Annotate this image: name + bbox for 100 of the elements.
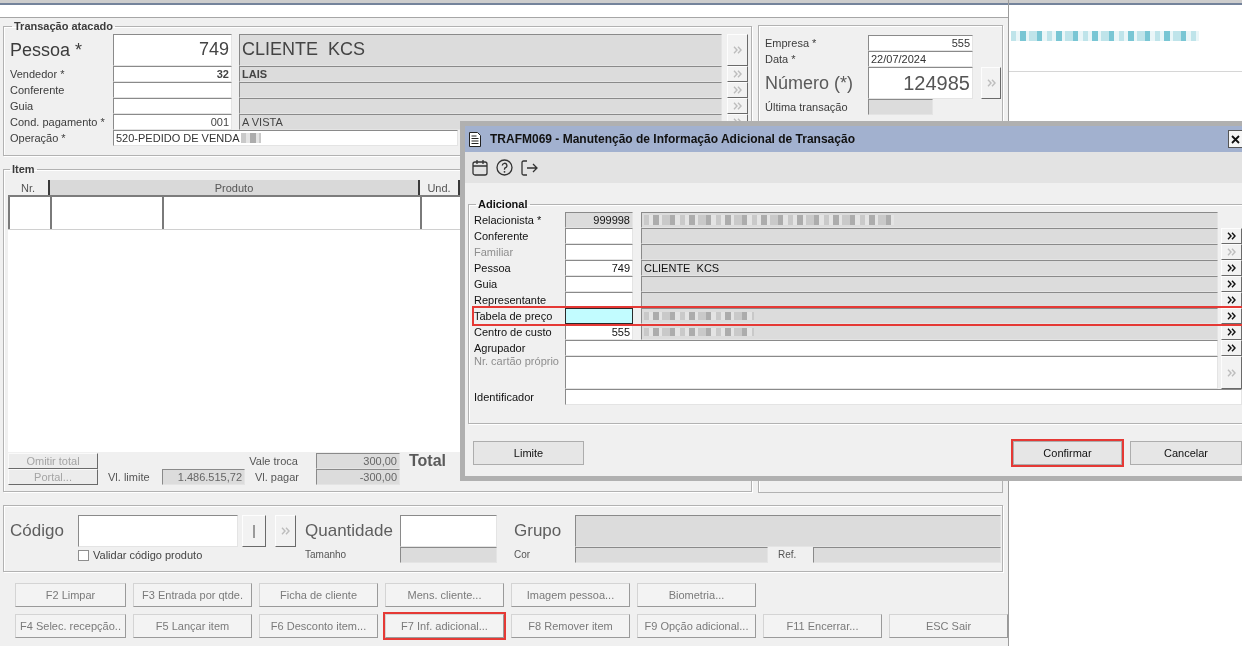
double-chevron-icon xyxy=(986,79,996,87)
field-label: Cond. pagamento * xyxy=(10,115,105,129)
field-label: Tabela de preço xyxy=(474,310,553,322)
field-label: Relacionista * xyxy=(474,214,542,226)
checkbox[interactable] xyxy=(78,549,89,561)
checkbox-label[interactable]: Validar código produto xyxy=(93,548,203,562)
double-chevron-icon xyxy=(1227,296,1236,304)
field-label: Centro de custo xyxy=(474,326,552,338)
input-field[interactable]: 001 xyxy=(113,114,232,130)
function-button[interactable]: F7 Inf. adicional... xyxy=(385,614,504,638)
function-button[interactable]: F8 Remover item xyxy=(511,614,630,638)
field-label: Representante xyxy=(474,294,547,306)
description-field: LAIS xyxy=(239,66,722,82)
description-field: CLIENTE KCS xyxy=(641,260,1218,276)
function-button[interactable]: F5 Lançar item xyxy=(133,614,252,638)
close-icon xyxy=(1231,134,1240,144)
input-field[interactable] xyxy=(565,228,633,244)
input-field[interactable] xyxy=(113,82,232,98)
input-field[interactable]: 999998 xyxy=(565,212,633,228)
function-button[interactable]: ESC Sair xyxy=(889,614,1008,638)
input-field[interactable] xyxy=(565,340,1218,356)
field-label: Operação * xyxy=(10,131,66,145)
field-label: Cor xyxy=(514,549,531,561)
group-title: Transação atacado xyxy=(13,20,115,33)
double-chevron-icon xyxy=(1227,232,1236,240)
dialog-button[interactable]: Cancelar xyxy=(1130,441,1242,465)
calendar-icon[interactable] xyxy=(472,159,488,176)
field-label: Familiar xyxy=(474,246,514,258)
function-button[interactable]: F2 Limpar xyxy=(15,583,126,607)
function-button[interactable]: F4 Selec. recepção.. xyxy=(15,614,126,638)
function-button[interactable]: Ficha de cliente xyxy=(259,583,378,607)
field-label: Tamanho xyxy=(305,549,347,561)
function-button[interactable]: Imagem pessoa... xyxy=(511,583,630,607)
close-button[interactable] xyxy=(1228,130,1242,148)
function-button[interactable]: Mens. cliente... xyxy=(385,583,504,607)
small-button[interactable] xyxy=(242,515,266,547)
field-label: Vl. limite xyxy=(108,470,150,484)
field-label: Pessoa * xyxy=(10,39,83,61)
function-button[interactable]: F3 Entrada por qtde. xyxy=(133,583,252,607)
field-label: Empresa * xyxy=(765,36,817,50)
input-field[interactable]: 749 xyxy=(113,34,232,66)
input-field[interactable] xyxy=(400,515,497,547)
display-field: -300,00 xyxy=(316,469,400,485)
column-header[interactable]: Und. xyxy=(420,180,460,195)
help-icon[interactable] xyxy=(496,159,513,176)
lookup-button[interactable] xyxy=(1221,276,1242,292)
field-label: Vl. pagar xyxy=(254,470,299,484)
lookup-button[interactable] xyxy=(1221,228,1242,244)
input-field[interactable] xyxy=(113,98,232,114)
field-label: Conferente xyxy=(10,83,65,97)
display-field xyxy=(868,99,933,115)
field-label: Data * xyxy=(765,52,796,66)
field-label: Ref. xyxy=(778,549,797,561)
double-chevron-icon xyxy=(1227,248,1236,256)
input-field[interactable] xyxy=(565,276,633,292)
function-button[interactable]: Biometria... xyxy=(637,583,756,607)
double-chevron-icon xyxy=(281,527,290,535)
group-title: Item xyxy=(11,163,36,176)
document-icon xyxy=(469,131,481,147)
double-chevron-icon xyxy=(1227,328,1236,336)
input-field[interactable] xyxy=(565,389,1242,405)
double-chevron-icon xyxy=(1227,312,1236,320)
double-chevron-icon xyxy=(733,102,742,110)
double-chevron-icon xyxy=(733,46,742,54)
input-field[interactable]: 22/07/2024 xyxy=(868,51,973,67)
column-header[interactable]: Nr. xyxy=(8,180,50,195)
lookup-button[interactable] xyxy=(1221,260,1242,276)
double-chevron-icon xyxy=(733,86,742,94)
function-button[interactable]: F9 Opção adicional... xyxy=(637,614,756,638)
dialog-button[interactable]: Confirmar xyxy=(1013,441,1122,465)
field-label: Código xyxy=(10,521,64,541)
field-label: Guia xyxy=(10,99,34,113)
field-label: Vale troca xyxy=(249,454,298,468)
function-button[interactable]: F11 Encerrar... xyxy=(763,614,882,638)
input-field[interactable]: 749 xyxy=(565,260,633,276)
field-label: Número (*) xyxy=(765,72,853,94)
double-chevron-icon xyxy=(1227,280,1236,288)
input-field[interactable]: 32 xyxy=(113,66,232,82)
field-label: Conferente xyxy=(474,230,529,242)
dialog-button[interactable]: Limite xyxy=(473,441,584,465)
field-label: Última transação xyxy=(765,100,848,114)
field-label: Identificador xyxy=(474,391,534,403)
lookup-button[interactable] xyxy=(1221,340,1242,356)
total-label: Total xyxy=(408,452,447,470)
exit-icon[interactable] xyxy=(521,159,538,176)
field-label: Quantidade xyxy=(305,521,393,541)
input-field[interactable]: 124985 xyxy=(868,67,973,99)
input-field[interactable]: 520-PEDIDO DE VENDA xyxy=(113,130,458,146)
window-title: TRAFM069 - Manutenção de Informação Adicional de Transação xyxy=(490,132,855,146)
input-field[interactable]: 555 xyxy=(868,35,973,51)
field-label: Guia xyxy=(474,278,498,290)
lookup-button[interactable] xyxy=(1221,308,1242,324)
field-label: Grupo xyxy=(514,521,562,541)
function-button[interactable]: F6 Desconto item... xyxy=(259,614,378,638)
input-field[interactable] xyxy=(78,515,238,547)
description-field: CLIENTE KCS xyxy=(239,34,722,66)
group-title: Adicional xyxy=(477,198,529,211)
column-header[interactable]: Produto xyxy=(50,180,420,195)
input-field[interactable] xyxy=(565,308,633,324)
field-label: Pessoa xyxy=(474,262,511,274)
